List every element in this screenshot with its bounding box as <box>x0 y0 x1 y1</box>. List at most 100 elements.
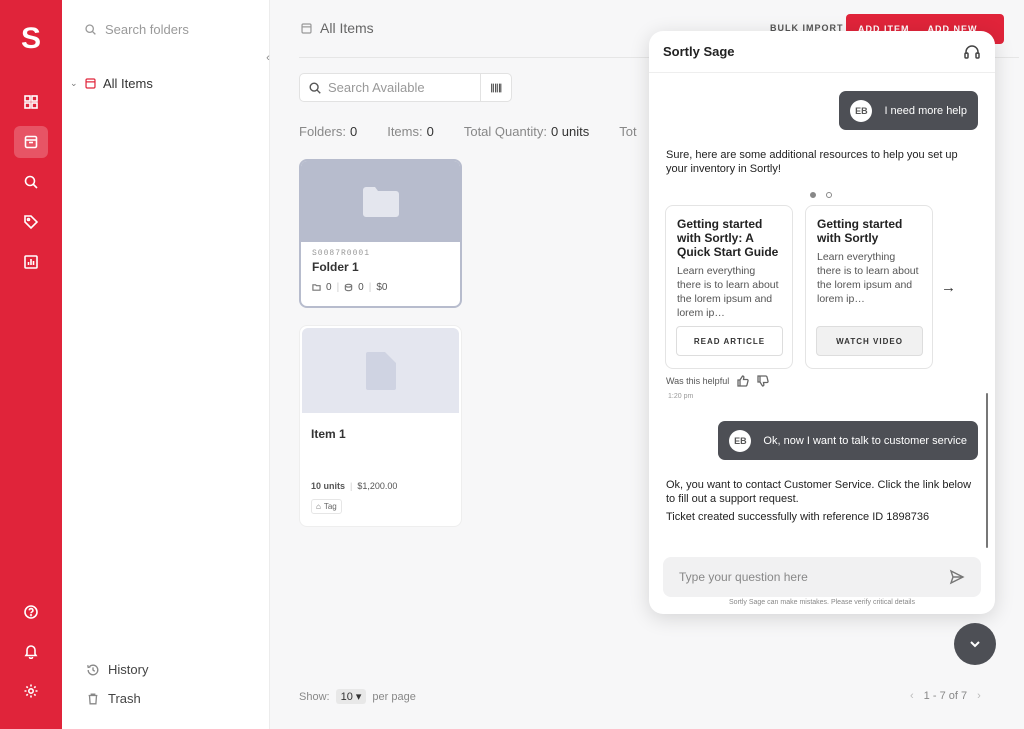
item-tag[interactable]: ⌂ Tag <box>311 499 342 514</box>
history-icon <box>87 664 99 675</box>
chevron-down-icon[interactable]: ⌄ <box>70 78 78 89</box>
item-price: $1,200.00 <box>357 481 398 491</box>
sortly-logo[interactable]: S <box>0 22 62 56</box>
page-title-text: All Items <box>320 20 374 36</box>
chevron-down-icon <box>970 641 980 648</box>
bot-message: Ok, you want to contact Customer Service… <box>666 479 972 505</box>
send-icon[interactable] <box>949 569 965 585</box>
item-title: Item 1 <box>311 427 346 441</box>
dashboard-icon[interactable] <box>14 86 48 118</box>
search-icon[interactable] <box>14 166 48 198</box>
tag-label: Tag <box>323 502 337 511</box>
stat-folders: Folders: 0 <box>299 124 358 139</box>
watch-video-button[interactable]: WATCH VIDEO <box>816 326 923 356</box>
folder-tree-root[interactable]: ⌄ All Items <box>70 76 153 91</box>
chat-input-placeholder: Type your question here <box>679 570 808 584</box>
item-meta: 10 units | $1,200.00 <box>311 481 398 491</box>
resource-card[interactable]: Getting started with Sortly: A Quick Sta… <box>665 205 793 369</box>
folder-icon <box>312 284 321 291</box>
search-icon <box>309 81 321 94</box>
arrow-right-icon[interactable]: → <box>941 279 956 296</box>
folder-search-placeholder: Search folders <box>105 21 189 37</box>
per-page-label: per page <box>372 690 416 703</box>
folder-id: S0087R0001 <box>312 249 371 258</box>
trash-label: Trash <box>108 691 141 706</box>
items-icon <box>344 283 353 292</box>
thumbs-up-icon[interactable] <box>737 375 749 387</box>
item-card[interactable]: Item 1 10 units | $1,200.00 ⌂ Tag <box>299 325 462 527</box>
next-page-icon[interactable]: › <box>977 690 981 702</box>
folder-tree-label: All Items <box>103 76 153 91</box>
avatar: EB <box>850 99 873 122</box>
chat-disclaimer: Sortly Sage can make mistakes. Please ve… <box>729 599 915 606</box>
carousel-dots[interactable] <box>810 192 832 198</box>
items-search-placeholder: Search Available <box>328 80 425 95</box>
trash-icon <box>88 693 98 704</box>
resource-desc: Learn everything there is to learn about… <box>677 265 779 319</box>
document-icon <box>365 351 396 390</box>
items-icon[interactable] <box>14 126 48 158</box>
chat-header: Sortly Sage <box>649 31 995 73</box>
tag-icon: ⌂ <box>316 502 321 511</box>
user-message-text: I need more help <box>884 104 967 117</box>
tags-icon[interactable] <box>14 206 48 238</box>
stat-total-value: Tot <box>619 124 637 139</box>
user-message: EB I need more help <box>839 91 978 130</box>
folder-value: $0 <box>376 282 388 293</box>
user-message-text: Ok, now I want to talk to customer servi… <box>763 434 967 447</box>
page-size-select[interactable]: 10 ▾ <box>335 689 367 704</box>
search-icon <box>85 23 96 35</box>
items-search-input[interactable]: Search Available <box>299 73 512 102</box>
barcode-scan-icon[interactable] <box>480 74 511 101</box>
folder-icon <box>362 186 399 217</box>
feedback-row: Was this helpful <box>666 375 769 387</box>
items-icon <box>301 22 312 34</box>
nav-rail: S <box>0 0 62 729</box>
notifications-icon[interactable] <box>14 635 48 667</box>
folder-search-input[interactable]: Search folders <box>84 18 254 40</box>
stat-total-quantity: Total Quantity: 0 units <box>463 124 590 139</box>
show-label: Show: <box>299 690 330 703</box>
chat-scrollbar[interactable] <box>986 393 988 548</box>
thumbs-down-icon[interactable] <box>757 375 769 387</box>
headset-icon[interactable] <box>963 43 981 61</box>
stat-items: Items: 0 <box>387 124 434 139</box>
items-icon <box>85 78 96 89</box>
avatar: EB <box>729 429 752 452</box>
scroll-down-button[interactable] <box>954 623 996 665</box>
ticket-confirmation: Ticket created successfully with referen… <box>666 511 930 523</box>
pagination-label: 1 - 7 of 7 <box>923 690 968 702</box>
prev-page-icon[interactable]: ‹ <box>910 690 914 702</box>
folder-card[interactable]: S0087R0001 Folder 1 0 | 0 | $0 <box>299 159 462 308</box>
item-units: 10 units <box>311 481 346 491</box>
pagination: ‹ 1 - 7 of 7 › <box>910 690 981 702</box>
helpful-label: Was this helpful <box>666 376 730 386</box>
user-message: EB Ok, now I want to talk to customer se… <box>718 421 978 460</box>
chat-title: Sortly Sage <box>663 44 735 59</box>
chat-panel: Sortly Sage EB I need more help Sure, he… <box>649 31 995 614</box>
reports-icon[interactable] <box>14 246 48 278</box>
resource-desc: Learn everything there is to learn about… <box>817 251 919 305</box>
folder-title: Folder 1 <box>312 260 359 274</box>
message-timestamp: 1:20 pm <box>668 393 694 400</box>
history-label: History <box>108 662 149 677</box>
folder-thumbnail <box>301 161 460 242</box>
item-count: 0 <box>358 282 364 293</box>
history-link[interactable]: History <box>86 662 148 677</box>
resource-card[interactable]: Getting started with Sortly Learn everyt… <box>805 205 933 369</box>
settings-icon[interactable] <box>14 675 48 707</box>
resource-title: Getting started with Sortly <box>817 217 903 245</box>
resource-title: Getting started with Sortly: A Quick Sta… <box>677 217 779 259</box>
chat-input[interactable]: Type your question here <box>663 557 981 597</box>
page-title: All Items <box>300 20 374 36</box>
read-article-button[interactable]: READ ARTICLE <box>676 326 783 356</box>
folder-count: 0 <box>326 282 332 293</box>
folder-panel: Search folders ‹ ⌄ All Items History Tra… <box>62 0 270 729</box>
item-thumbnail <box>302 328 459 413</box>
bot-message: Sure, here are some additional resources… <box>666 149 958 175</box>
trash-link[interactable]: Trash <box>86 691 141 706</box>
stats-bar: Folders: 0 Items: 0 Total Quantity: 0 units… <box>299 124 637 139</box>
page-size-control: Show: 10 ▾ per page <box>299 689 416 704</box>
help-icon[interactable] <box>14 596 48 628</box>
folder-meta: 0 | 0 | $0 <box>312 282 460 293</box>
